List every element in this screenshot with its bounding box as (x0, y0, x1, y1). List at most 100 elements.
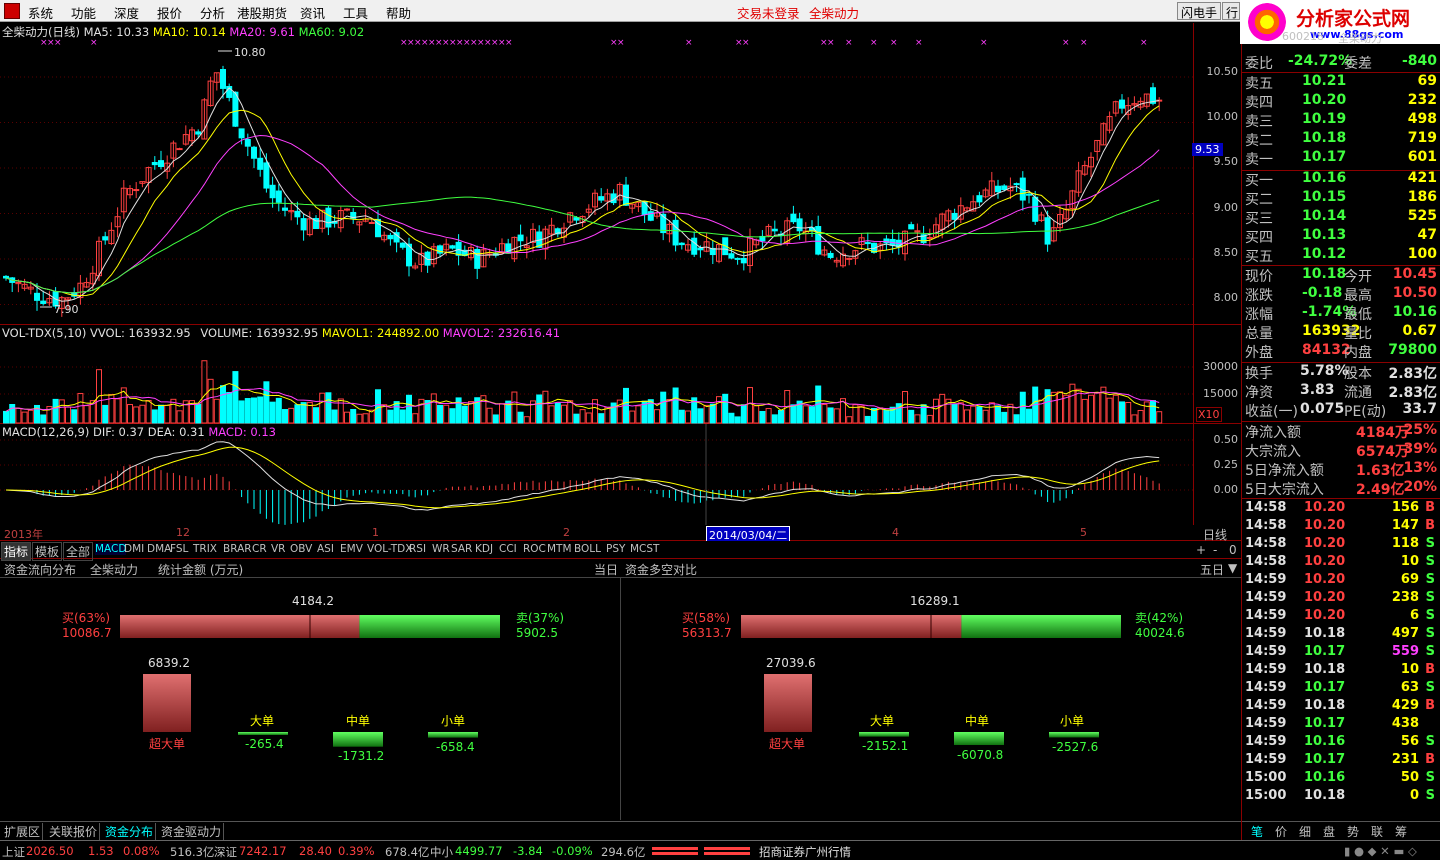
indicator-kdj[interactable]: KDJ (475, 543, 493, 555)
quote-tab[interactable]: 势 (1347, 823, 1359, 840)
menu-hk-futures[interactable]: 港股期货 (237, 3, 287, 22)
menu-quote[interactable]: 报价 (157, 3, 182, 22)
candle-body (815, 226, 822, 255)
menu-help[interactable]: 帮助 (386, 3, 411, 22)
candle-body (344, 208, 350, 211)
bar-label: 超大单 (769, 737, 806, 751)
quote-tab[interactable]: 笔 (1251, 823, 1263, 840)
indicator-sar[interactable]: SAR (451, 543, 472, 555)
tab-extension[interactable]: 扩展区 (2, 823, 44, 840)
volume-bar (592, 399, 598, 424)
indicator-wr[interactable]: WR (432, 543, 450, 555)
date-month: 12 (176, 526, 190, 539)
indicator-roc[interactable]: ROC (523, 543, 546, 555)
tick-row: 14:59 10.18 429 B (1244, 698, 1439, 716)
kline-chart[interactable]: × × × × × × × × × × × × × × × × × × × × × × × × × × × × × × × × × × × 全柴动力… (0, 23, 1193, 325)
tick-time: 14:59 (1245, 662, 1287, 677)
tab-related-quote[interactable]: 关联报价 (47, 823, 101, 840)
candle-body (263, 162, 270, 189)
fund-period-select[interactable]: 五日 (1200, 561, 1224, 578)
tick-row: 14:59 10.17 438 (1244, 716, 1439, 734)
quote-tab[interactable]: 细 (1299, 823, 1311, 840)
candle-body (976, 195, 983, 203)
quote-tab[interactable]: 盘 (1323, 823, 1335, 840)
indicator-vol-tdx[interactable]: VOL-TDX (367, 543, 412, 555)
tick-time: 15:00 (1245, 770, 1287, 785)
volume-chart[interactable]: VOL-TDX(5,10) VVOL: 163932.95 VOLUME: 16… (0, 325, 1193, 424)
quote-tab[interactable]: 联 (1371, 823, 1383, 840)
indicator-mcst[interactable]: MCST (630, 543, 659, 555)
fund-today-buy-val: 10086.7 (62, 626, 112, 640)
indicator-vr[interactable]: VR (271, 543, 285, 555)
trade-login-status[interactable]: 交易未登录 (737, 3, 800, 22)
zoom-in-button[interactable]: + (1196, 543, 1206, 557)
volume-bar (976, 406, 983, 424)
indicator-brar[interactable]: BRAR (223, 543, 252, 555)
stock-code: 600218 (1282, 30, 1324, 43)
zoom-out-button[interactable]: - (1213, 543, 1217, 557)
indicator-cci[interactable]: CCI (499, 543, 517, 555)
flow-pct: 20% (1403, 479, 1437, 495)
indicator-dma[interactable]: DMA (147, 543, 171, 555)
tick-volume: 10 (1400, 554, 1419, 569)
indicator-mtm[interactable]: MTM (547, 543, 572, 555)
tick-price: 10.20 (1304, 536, 1346, 551)
indicator-rsi[interactable]: RSI (409, 543, 426, 555)
order-price: 10.21 (1302, 73, 1347, 89)
order-row-sell: 卖二 10.18 719 (1244, 130, 1439, 149)
fund-5day-buy-pct: 买(58%) (682, 611, 731, 625)
indicator-trix[interactable]: TRIX (193, 543, 217, 555)
order-level-label: 买四 (1245, 230, 1273, 246)
candle-body (195, 131, 202, 135)
indicator-obv[interactable]: OBV (290, 543, 312, 555)
indicator-cr[interactable]: CR (252, 543, 267, 555)
volume-bar (238, 400, 245, 424)
flow-row: 大宗流入 6574万 39% (1244, 441, 1439, 460)
volume-bar (833, 408, 840, 424)
tab-template[interactable]: 模板 (32, 542, 63, 561)
tab-fund-distribution[interactable]: 资金分布 (103, 823, 157, 840)
chevron-down-icon[interactable]: ▼ (1228, 561, 1237, 575)
indicator-emv[interactable]: EMV (340, 543, 363, 555)
candle-body (300, 218, 307, 231)
sh-label: 上证 (2, 845, 25, 859)
indicator-fsl[interactable]: FSL (170, 543, 188, 555)
tick-row: 14:59 10.17 63 S (1244, 680, 1439, 698)
tick-time: 14:59 (1245, 572, 1287, 587)
volume-bar (957, 402, 964, 424)
volume-bar (158, 404, 164, 424)
volume-bar (672, 387, 679, 424)
indicator-asi[interactable]: ASI (317, 543, 334, 555)
menu-function[interactable]: 功能 (71, 3, 96, 22)
stat-label: 现价 (1245, 269, 1273, 285)
axis-tick: 9.50 (1213, 155, 1239, 168)
menu-tools[interactable]: 工具 (343, 3, 368, 22)
tab-fund-driver[interactable]: 资金驱动力 (159, 823, 225, 840)
reset-button[interactable]: 0 (1229, 543, 1237, 557)
tray-icons[interactable]: ▮ ● ◆ ✕ ▬ ◇ (1344, 844, 1417, 858)
indicator-boll[interactable]: BOLL (574, 543, 601, 555)
tick-price: 10.16 (1304, 770, 1346, 785)
tab-all[interactable]: 全部 (63, 542, 94, 561)
indicator-psy[interactable]: PSY (606, 543, 625, 555)
bar-value: 27039.6 (766, 656, 816, 670)
menu-depth[interactable]: 深度 (114, 3, 139, 22)
row-button[interactable]: 行 (1222, 2, 1240, 20)
flash-trade-button[interactable]: 闪电手 (1177, 2, 1222, 20)
menu-news[interactable]: 资讯 (300, 3, 325, 22)
dif-line (5, 441, 1160, 511)
indicator-dmi[interactable]: DMI (124, 543, 144, 555)
quote-tab[interactable]: 筹 (1395, 823, 1407, 840)
flow-label: 5日大宗流入 (1245, 482, 1324, 498)
quote-tab[interactable]: 价 (1275, 823, 1287, 840)
indicator-macd[interactable]: MACD (95, 543, 127, 555)
menu-system[interactable]: 系统 (28, 3, 53, 22)
volume-bar (536, 394, 543, 424)
tab-indicator[interactable]: 指标 (1, 542, 32, 561)
macd-chart[interactable]: MACD(12,26,9) DIF: 0.37 DEA: 0.31 MACD: … (0, 424, 1193, 525)
tick-row: 14:58 10.20 147 B (1244, 518, 1439, 536)
candle-body (678, 242, 685, 246)
candle-body (34, 292, 40, 301)
menu-analysis[interactable]: 分析 (200, 3, 225, 22)
volume-bar (914, 414, 921, 424)
